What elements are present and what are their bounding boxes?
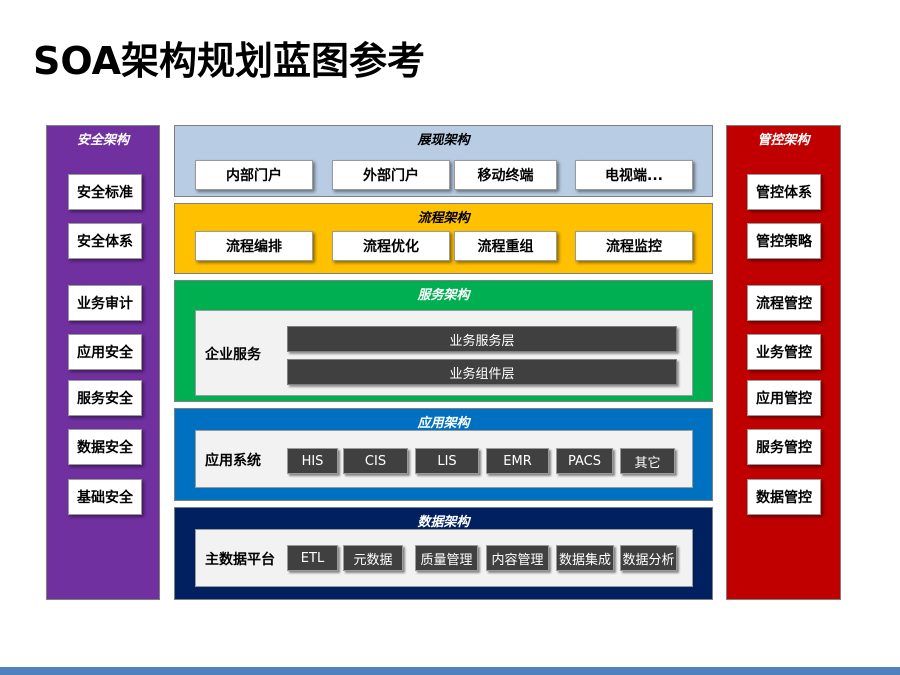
service-architecture-title: 服务架构: [417, 288, 470, 303]
data-architecture-panel: 数据架构 主数据平台 ETL 元数据 质量管理 内容管理 数据集成 数据分析: [174, 507, 713, 600]
data-architecture-title: 数据架构: [417, 515, 470, 530]
application-architecture-title: 应用架构: [417, 416, 470, 431]
governance-item: 业务管控: [747, 334, 821, 370]
governance-item: 管控体系: [747, 174, 821, 210]
process-item: 流程编排: [195, 231, 313, 261]
service-layer-bar: 业务服务层: [287, 326, 677, 352]
process-architecture-panel: 流程架构 流程编排 流程优化 流程重组 流程监控: [174, 203, 713, 274]
governance-item: 数据管控: [747, 479, 821, 515]
data-item: 数据集成: [556, 545, 614, 571]
presentation-architecture-panel: 展现架构 内部门户 外部门户 移动终端 电视端...: [174, 125, 713, 197]
application-item: PACS: [556, 448, 613, 474]
governance-architecture-title: 管控架构: [757, 133, 810, 148]
security-item: 基础安全: [68, 479, 142, 515]
presentation-item: 电视端...: [575, 160, 693, 190]
security-item: 应用安全: [68, 334, 142, 370]
application-system-label: 应用系统: [205, 453, 261, 469]
governance-item: 服务管控: [747, 429, 821, 465]
presentation-item: 移动终端: [454, 160, 557, 190]
enterprise-service-label: 企业服务: [205, 347, 261, 363]
security-architecture-panel: 安全架构 安全标准 安全体系 业务审计 应用安全 服务安全 数据安全 基础安全: [46, 125, 160, 600]
process-architecture-title: 流程架构: [417, 211, 470, 226]
process-item: 流程优化: [332, 231, 450, 261]
governance-item: 管控策略: [747, 223, 821, 259]
application-item: EMR: [486, 448, 549, 474]
application-architecture-panel: 应用架构 应用系统 HIS CIS LIS EMR PACS 其它: [174, 408, 713, 501]
application-item: HIS: [287, 448, 338, 474]
application-item: LIS: [415, 448, 479, 474]
service-architecture-panel: 服务架构 企业服务 业务服务层 业务组件层: [174, 280, 713, 402]
security-item: 安全标准: [68, 174, 142, 210]
security-item: 数据安全: [68, 429, 142, 465]
security-architecture-title: 安全架构: [76, 133, 129, 148]
service-layer-bar: 业务组件层: [287, 359, 677, 385]
data-item: 内容管理: [486, 545, 549, 571]
master-data-platform-label: 主数据平台: [205, 552, 275, 568]
security-item: 服务安全: [68, 380, 142, 416]
application-inner-box: 应用系统 HIS CIS LIS EMR PACS 其它: [195, 430, 693, 488]
process-item: 流程重组: [454, 231, 557, 261]
security-item: 业务审计: [68, 285, 142, 321]
data-item: 数据分析: [620, 545, 677, 571]
data-inner-box: 主数据平台 ETL 元数据 质量管理 内容管理 数据集成 数据分析: [195, 529, 693, 587]
presentation-item: 外部门户: [332, 160, 450, 190]
process-item: 流程监控: [575, 231, 693, 261]
presentation-item: 内部门户: [195, 160, 313, 190]
application-item: CIS: [343, 448, 408, 474]
governance-architecture-panel: 管控架构 管控体系 管控策略 流程管控 业务管控 应用管控 服务管控 数据管控: [726, 125, 841, 600]
service-inner-box: 企业服务 业务服务层 业务组件层: [195, 310, 693, 396]
security-item: 安全体系: [68, 223, 142, 259]
governance-item: 应用管控: [747, 380, 821, 416]
data-item: ETL: [287, 545, 338, 571]
governance-item: 流程管控: [747, 285, 821, 321]
page-title: SOA架构规划蓝图参考: [33, 39, 426, 83]
presentation-architecture-title: 展现架构: [417, 133, 470, 148]
footer-accent-bar: [0, 667, 900, 675]
application-item: 其它: [620, 448, 675, 474]
data-item: 元数据: [343, 545, 403, 571]
data-item: 质量管理: [415, 545, 478, 571]
